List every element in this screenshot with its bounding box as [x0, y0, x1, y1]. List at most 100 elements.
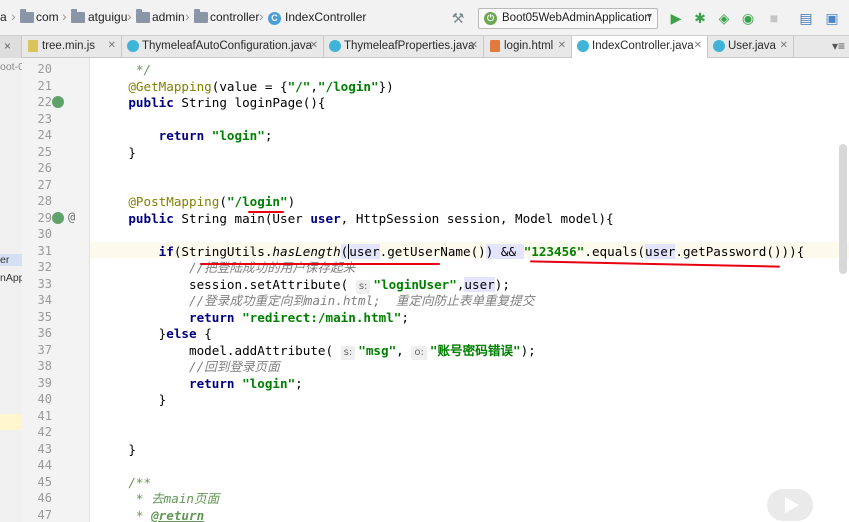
code-line: if(StringUtils.hasLength(user.getUserNam…: [98, 244, 804, 260]
line-number: 38: [37, 359, 52, 373]
code-token: }: [128, 145, 136, 160]
javadoc-token: *: [135, 508, 152, 522]
code-line: return "redirect:/main.html";: [98, 310, 409, 326]
chevron-right-icon: ›: [62, 8, 67, 24]
run-icon[interactable]: ▶: [668, 10, 684, 26]
parameter-token: user: [645, 244, 676, 259]
annotation-underline: [530, 260, 780, 268]
code-token: (: [219, 194, 227, 209]
project-tree-item[interactable]: nAppli: [0, 272, 22, 284]
profile-icon[interactable]: ◉: [740, 10, 756, 26]
tab-label: tree.min.js: [42, 40, 96, 52]
code-token: (StringUtils.: [173, 244, 273, 259]
at-annotation-gutter-icon[interactable]: @: [68, 210, 75, 224]
code-token: (value = {: [211, 79, 288, 94]
line-number: 47: [37, 508, 52, 522]
hammer-build-icon[interactable]: ⚒: [450, 10, 466, 26]
class-icon: C: [268, 12, 281, 25]
package-icon: [194, 9, 208, 23]
project-tool-window: oot-0 er nAppli: [0, 58, 22, 522]
annotation-token: @PostMapping: [128, 194, 220, 209]
project-structure-icon[interactable]: ▤: [798, 10, 814, 26]
close-icon[interactable]: ✕: [780, 40, 788, 51]
run-configuration-dropdown[interactable]: ⏻ Boot05WebAdminApplication ▾: [478, 8, 658, 29]
web-endpoint-gutter-icon[interactable]: [52, 212, 64, 224]
code-token: }: [128, 442, 136, 457]
package-icon: [71, 9, 85, 23]
line-number: 30: [37, 227, 52, 241]
tab-user-java[interactable]: User.java ✕: [708, 36, 794, 58]
line-number: 34: [37, 293, 52, 307]
parameter-hint: s:: [355, 280, 371, 294]
navigation-bar: a › com › atguigu › admin › controller ›…: [0, 0, 849, 36]
web-endpoint-gutter-icon[interactable]: [52, 96, 64, 108]
tab-list-menu-icon[interactable]: ▾≡: [832, 39, 845, 53]
code-token: String loginPage(){: [173, 95, 326, 110]
js-file-icon: [28, 40, 38, 52]
tab-login-html[interactable]: login.html ✕: [484, 36, 572, 58]
editor-tab-bar: × tree.min.js ✕ ThymeleafAutoConfigurati…: [0, 36, 849, 58]
line-number: 29: [37, 211, 52, 225]
annotation-underline: [200, 263, 440, 265]
code-line: @GetMapping(value = {"/","/login"}): [98, 79, 393, 95]
close-icon[interactable]: ✕: [310, 40, 318, 51]
chevron-right-icon: ›: [185, 8, 190, 24]
line-number: 23: [37, 112, 52, 126]
class-icon: [577, 40, 589, 52]
chevron-right-icon: ›: [259, 8, 264, 24]
sdk-icon[interactable]: ▣: [824, 10, 840, 26]
code-line: return "login";: [98, 128, 273, 144]
close-icon[interactable]: ✕: [470, 40, 478, 51]
line-number: 33: [37, 277, 52, 291]
tab-thymeleaf-auto-configuration[interactable]: ThymeleafAutoConfiguration.java ✕: [122, 36, 324, 58]
tab-overflow-left[interactable]: ×: [0, 36, 22, 58]
tab-index-controller[interactable]: IndexController.java ✕: [572, 36, 708, 58]
line-number: 20: [37, 62, 52, 76]
breadcrumb-item-controller[interactable]: controller: [210, 10, 259, 24]
string-token: "login": [242, 376, 296, 391]
line-number: 27: [37, 178, 52, 192]
close-icon[interactable]: ✕: [108, 40, 116, 51]
breadcrumb-item-project[interactable]: a: [0, 10, 7, 24]
line-number: 44: [37, 458, 52, 472]
tab-thymeleaf-properties[interactable]: ThymeleafProperties.java ✕: [324, 36, 484, 58]
chevron-down-icon: ▾: [646, 11, 652, 22]
code-token: .equals(: [584, 244, 646, 259]
line-number: 40: [37, 392, 52, 406]
keyword-token: return: [189, 310, 235, 325]
code-token: model.addAttribute(: [189, 343, 334, 358]
code-token: .getUserName(): [379, 244, 486, 259]
stop-icon[interactable]: ■: [766, 10, 782, 26]
code-token: .getPassword())){: [675, 244, 805, 259]
string-token: "/login": [226, 194, 288, 209]
video-play-overlay-icon[interactable]: [767, 489, 813, 521]
code-line: }else {: [98, 326, 212, 342]
code-editor[interactable]: */ @GetMapping(value = {"/","/login"}) p…: [90, 58, 849, 522]
code-line: }: [98, 145, 136, 161]
breadcrumb-item-com[interactable]: com: [36, 10, 59, 24]
text-cursor: user: [348, 244, 380, 259]
vertical-scrollbar[interactable]: [839, 144, 847, 274]
project-tree-item[interactable]: oot-0: [0, 61, 22, 73]
class-icon: [329, 40, 341, 52]
html-file-icon: [490, 40, 500, 52]
keyword-token: return: [189, 376, 235, 391]
breadcrumb-item-admin[interactable]: admin: [152, 10, 185, 24]
close-icon[interactable]: ✕: [558, 40, 566, 51]
tab-label: ThymeleafProperties.java: [344, 40, 475, 52]
coverage-icon[interactable]: ◈: [716, 10, 732, 26]
project-tree-item[interactable]: er: [0, 254, 22, 266]
tab-tree-min-js[interactable]: tree.min.js ✕: [22, 36, 122, 58]
parameter-token: user: [464, 277, 495, 292]
close-icon[interactable]: ✕: [694, 40, 702, 51]
bracket-match: ) &&: [485, 244, 524, 259]
line-number: 37: [37, 343, 52, 357]
package-icon: [20, 9, 34, 23]
line-number: 26: [37, 161, 52, 175]
close-icon[interactable]: ×: [4, 39, 11, 53]
breadcrumb-item-atguigu[interactable]: atguigu: [88, 10, 127, 24]
debug-icon[interactable]: ✱: [692, 10, 708, 26]
code-line: }: [98, 392, 167, 408]
string-token: "123456": [523, 244, 585, 259]
breadcrumb-item-indexcontroller[interactable]: IndexController: [285, 10, 366, 24]
